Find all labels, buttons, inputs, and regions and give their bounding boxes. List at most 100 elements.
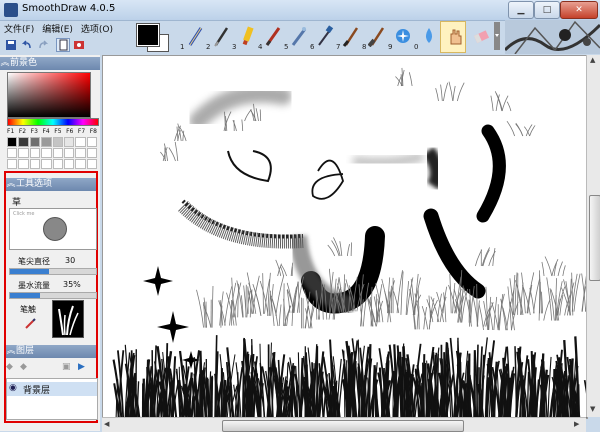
palette-swatch[interactable] (75, 159, 86, 169)
brush-slot-6[interactable]: 6 (310, 21, 336, 53)
layer-list: ◉ 背景层 (6, 378, 98, 420)
eye-icon[interactable]: ◉ (9, 383, 17, 393)
save-icon[interactable] (4, 38, 18, 52)
nib-pen-icon[interactable] (24, 318, 36, 330)
scroll-up-icon[interactable]: ▲ (590, 56, 595, 64)
highlighter-icon (242, 26, 254, 46)
quick-toolbar (0, 37, 135, 53)
image-icon[interactable] (72, 38, 86, 52)
palette-swatch[interactable] (41, 148, 52, 158)
vertical-scroll-thumb[interactable] (589, 195, 600, 281)
palette-swatch[interactable] (29, 137, 41, 147)
palette-swatch[interactable] (75, 137, 86, 147)
color-picker-square[interactable] (7, 72, 91, 118)
brush-slot-7[interactable]: 7 (336, 21, 362, 53)
hue-slider[interactable] (7, 118, 99, 126)
close-button[interactable]: ✕ (560, 1, 598, 19)
brush-icon (342, 27, 359, 47)
palette-swatch[interactable] (52, 137, 63, 147)
palette-swatch[interactable] (52, 148, 63, 158)
scroll-right-icon[interactable]: ▶ (574, 420, 579, 428)
palette-swatch[interactable] (18, 137, 29, 147)
scroll-left-icon[interactable]: ◀ (104, 420, 109, 428)
tip-size-value: 30 (65, 256, 76, 265)
palette-swatch[interactable] (7, 137, 18, 147)
brush-slot-9[interactable]: 9 (388, 21, 414, 53)
palette-labels: F1 F2 F3 F4 F5 F6 F7 F8 (7, 128, 97, 135)
palette-swatch[interactable] (75, 148, 86, 158)
brush-slot-8[interactable]: 8 (362, 21, 388, 53)
color-palette[interactable] (7, 137, 97, 169)
pencil-icon (188, 27, 203, 46)
ink-flow-label: 墨水流量 (18, 281, 50, 290)
grunge-decoration (505, 20, 600, 54)
layer-folder-icon[interactable]: ▣ (62, 362, 71, 372)
palette-swatch[interactable] (63, 148, 75, 158)
layer-name: 背景层 (23, 386, 51, 396)
new-page-icon[interactable] (56, 38, 70, 52)
palette-swatch[interactable] (29, 159, 41, 169)
layer-item[interactable]: ◉ 背景层 (7, 382, 97, 396)
layer-add-icon[interactable]: ▶ (78, 362, 85, 372)
brush-slot-eraser[interactable] (466, 21, 492, 53)
palette-swatch[interactable] (18, 159, 29, 169)
vertical-scrollbar[interactable]: ▲ ▼ (586, 55, 600, 417)
layer-down-icon[interactable]: ◆ (20, 362, 27, 372)
brush-slot-3[interactable]: 3 (232, 21, 258, 53)
pen-icon (214, 27, 229, 47)
redo-icon[interactable] (36, 38, 50, 52)
palette-swatch[interactable] (52, 159, 63, 169)
palette-swatch[interactable] (86, 148, 97, 158)
palette-swatch[interactable] (63, 137, 75, 147)
palette-swatch[interactable] (29, 148, 41, 158)
brush-size-dot (43, 217, 67, 241)
hand-icon (450, 29, 462, 45)
chevron-up-icon: ︽ (6, 179, 16, 189)
sparkle-brush-icon (396, 29, 410, 43)
app-icon (4, 3, 18, 17)
nib-preview[interactable] (52, 300, 84, 338)
chevron-up-icon: ︽ (6, 346, 16, 356)
brush-preview[interactable]: Click me (9, 208, 97, 250)
scroll-down-icon[interactable]: ▼ (590, 405, 595, 413)
horizontal-scrollbar[interactable]: ◀ ▶ (102, 417, 586, 432)
preview-hint: Click me (13, 211, 35, 217)
brush-slot-1[interactable]: 1 (180, 21, 206, 53)
tool-options-panel-header[interactable]: ︽工具选项 (6, 178, 96, 191)
color-swatches[interactable] (136, 22, 177, 52)
menu-options[interactable]: 选项(O) (77, 21, 117, 36)
brush-toolbar: 1 2 3 4 5 6 7 8 9 0 (180, 21, 500, 53)
palette-swatch[interactable] (41, 159, 52, 169)
canvas-artwork (112, 67, 587, 418)
menu-edit[interactable]: 编辑(E) (38, 21, 77, 36)
layers-panel-header[interactable]: ︽图层 (6, 345, 96, 358)
palette-swatch[interactable] (7, 159, 18, 169)
menu-file[interactable]: 文件(F) (0, 21, 38, 36)
brush-name: 草 (12, 198, 22, 208)
undo-icon[interactable] (20, 38, 34, 52)
maximize-button[interactable]: □ (534, 1, 560, 19)
palette-swatch[interactable] (86, 159, 97, 169)
palette-swatch[interactable] (18, 148, 29, 158)
foreground-color-swatch[interactable] (136, 23, 160, 47)
brush-slot-10[interactable]: 0 (414, 21, 440, 53)
drawing-canvas[interactable] (102, 55, 588, 419)
brush-slot-5[interactable]: 5 (284, 21, 310, 53)
palette-swatch[interactable] (86, 137, 97, 147)
palette-swatch[interactable] (7, 148, 18, 158)
layer-up-icon[interactable]: ◆ (6, 362, 13, 372)
brush-slot-4[interactable]: 4 (258, 21, 284, 53)
menu-bar: 文件(F) 编辑(E) 选项(O) (0, 21, 135, 36)
foreground-panel-header[interactable]: ︽前景色 (0, 57, 100, 70)
ink-flow-slider[interactable] (9, 292, 97, 299)
minimize-button[interactable]: ▁ (508, 1, 534, 19)
brush-slot-2[interactable]: 2 (206, 21, 232, 53)
brush-bar-dropdown[interactable] (494, 22, 500, 50)
horizontal-scroll-thumb[interactable] (222, 420, 464, 432)
eraser-icon (473, 30, 490, 44)
marker-icon (265, 27, 281, 46)
palette-swatch[interactable] (41, 137, 52, 147)
tip-size-slider[interactable] (9, 268, 97, 275)
palette-swatch[interactable] (63, 159, 75, 169)
brush-slot-hand[interactable] (440, 21, 466, 53)
